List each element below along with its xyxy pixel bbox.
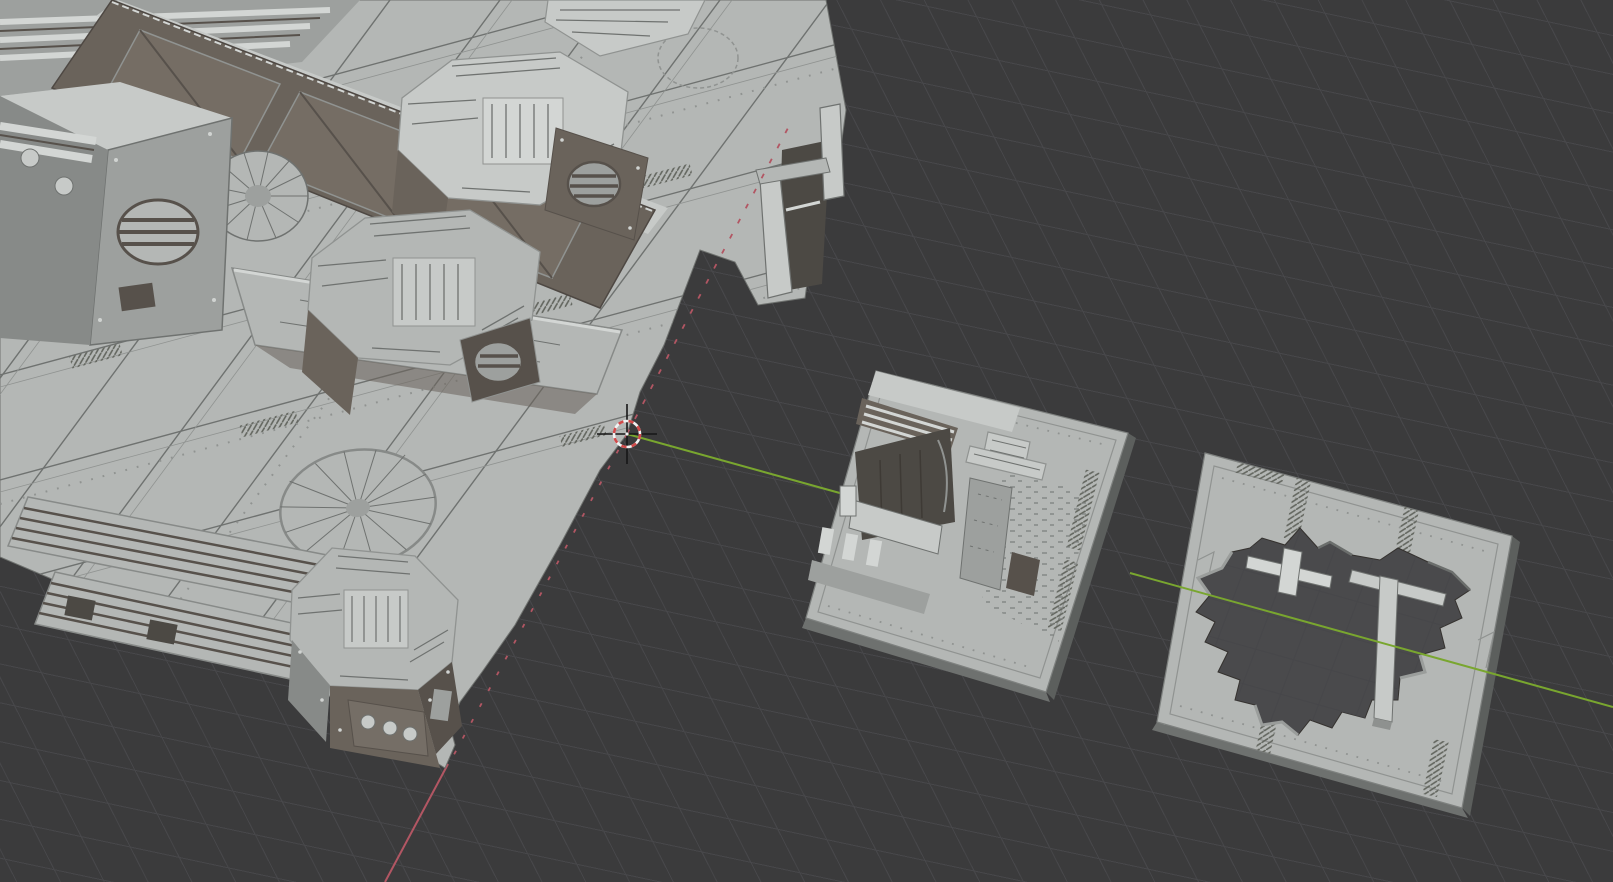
axis-y-line <box>626 433 848 496</box>
hex-tower-3 <box>288 547 462 768</box>
viewport-3d[interactable] <box>0 0 1613 882</box>
floor-tile-breached[interactable] <box>1152 452 1520 818</box>
terrain-platform-large[interactable] <box>0 0 860 882</box>
machine-block <box>0 82 233 346</box>
axis-x-line <box>384 763 449 882</box>
viewport-canvas[interactable] <box>0 0 1613 882</box>
floor-tile-structure[interactable] <box>802 370 1136 702</box>
